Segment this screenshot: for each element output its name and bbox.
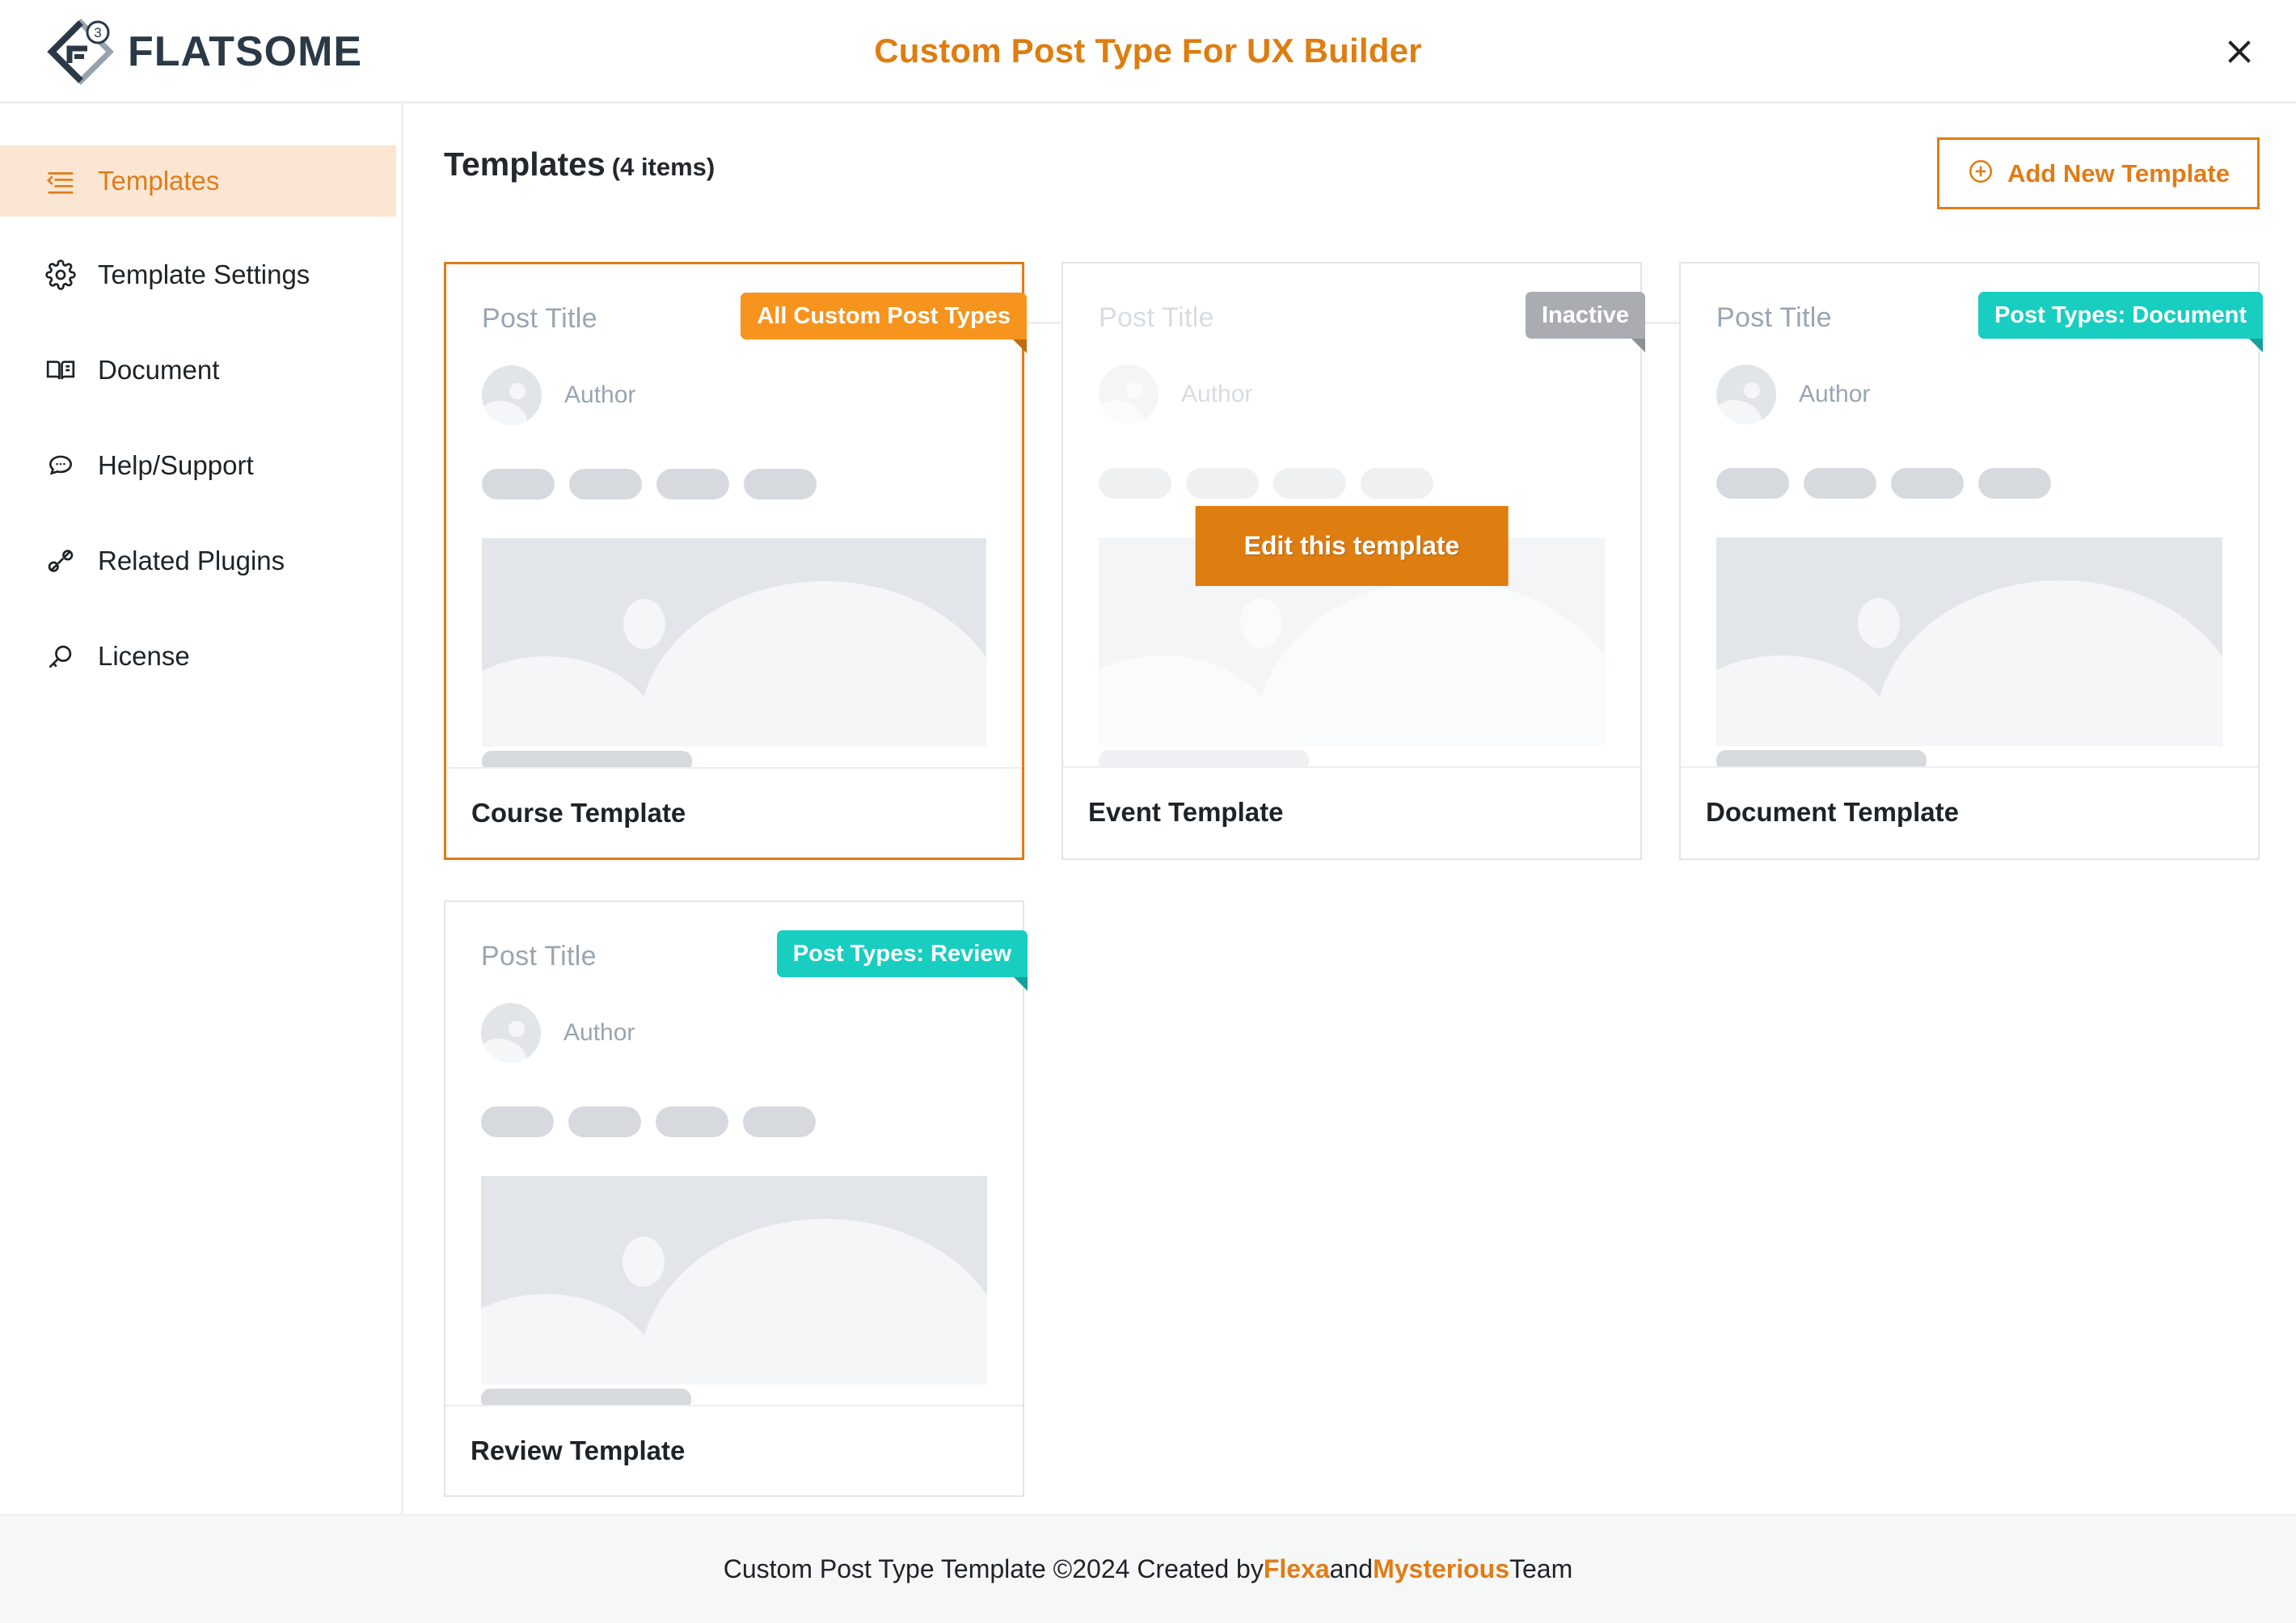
list-indent-icon — [44, 165, 77, 197]
status-badge-label: Inactive — [1542, 301, 1629, 328]
footer-text-before: Custom Post Type Template ©2024 Created … — [723, 1554, 1264, 1583]
preview-skeleton-bar — [1716, 750, 1927, 766]
template-card[interactable]: Post Types: Review Post Title Author Rev… — [444, 900, 1028, 1497]
preview-author-row: Author — [1716, 365, 2222, 424]
status-badge-label: Post Types: Document — [1994, 301, 2247, 328]
template-card[interactable]: All Custom Post Types Post Title Author … — [444, 262, 1027, 860]
template-card-footer: Course Template — [446, 767, 1022, 858]
app-header: 3 FLATSOME Custom Post Type For UX Build… — [0, 0, 2296, 103]
sidebar-item-label: Related Plugins — [98, 546, 285, 575]
avatar — [481, 1003, 541, 1063]
sidebar-item-help-support[interactable]: Help/Support — [0, 430, 401, 501]
template-name: Document Template — [1706, 797, 1959, 827]
key-search-icon — [44, 640, 77, 672]
add-new-template-label: Add New Template — [2007, 159, 2230, 188]
status-badge: Post Types: Review — [776, 930, 1028, 991]
status-badge-label: Post Types: Review — [792, 940, 1011, 967]
templates-grid: All Custom Post Types Post Title Author … — [444, 262, 2279, 1497]
status-badge: All Custom Post Types — [741, 293, 1027, 353]
preview-skeleton-bar — [481, 1389, 691, 1405]
page-title-text: Templates — [444, 145, 606, 183]
preview-author-row: Author — [482, 365, 986, 425]
badge-fold-icon — [1014, 977, 1028, 991]
sidebar-item-related-plugins[interactable]: Related Plugins — [0, 525, 401, 597]
image-placeholder-icon — [481, 1176, 987, 1385]
sidebar-item-license[interactable]: License — [0, 621, 401, 692]
avatar — [482, 365, 542, 425]
template-card[interactable]: Inactive Edit this template Post Title A… — [1061, 262, 1645, 860]
main-content: Templates (4 items) Add New Template All … — [406, 103, 2296, 1514]
template-preview: Post Title Author — [446, 264, 1022, 767]
preview-author-name: Author — [1181, 381, 1253, 407]
preview-skeleton-pills — [482, 469, 986, 500]
sidebar-item-label: Templates — [98, 166, 220, 196]
image-placeholder-icon — [1716, 537, 2222, 746]
preview-author-row: Author — [1099, 365, 1605, 424]
template-card[interactable]: Post Types: Document Post Title Author D… — [1679, 262, 2263, 860]
page-header-title: Custom Post Type For UX Builder — [874, 31, 1422, 70]
sidebar-item-document[interactable]: Document — [0, 335, 401, 406]
gear-icon — [44, 259, 77, 291]
avatar — [1716, 365, 1776, 424]
sidebar: Templates Template Settings Document Hel… — [0, 103, 403, 1514]
template-name: Course Template — [471, 798, 686, 828]
status-badge: Inactive — [1526, 292, 1645, 352]
template-card-footer: Review Template — [445, 1405, 1023, 1495]
preview-skeleton-bar — [482, 751, 692, 767]
sidebar-item-label: Help/Support — [98, 450, 254, 480]
preview-skeleton-pills — [1716, 468, 2222, 499]
sidebar-item-templates[interactable]: Templates — [0, 145, 396, 217]
plug-icon — [44, 545, 77, 577]
preview-author-name: Author — [1799, 381, 1871, 407]
sidebar-item-label: Document — [98, 355, 220, 385]
template-name: Review Template — [471, 1435, 686, 1465]
page-header-row: Templates (4 items) Add New Template — [444, 137, 2260, 234]
footer-link-mysterious[interactable]: Mysterious — [1373, 1554, 1509, 1584]
badge-fold-icon — [1631, 339, 1645, 352]
template-card-footer: Event Template — [1063, 766, 1640, 857]
template-preview: Post Title Author — [445, 902, 1023, 1405]
app-footer: Custom Post Type Template ©2024 Created … — [0, 1514, 2296, 1623]
footer-text-middle: and — [1329, 1554, 1374, 1583]
sidebar-item-template-settings[interactable]: Template Settings — [0, 239, 401, 310]
edit-this-template-button[interactable]: Edit this template — [1195, 506, 1509, 586]
chat-bubble-icon — [44, 449, 77, 482]
status-badge: Post Types: Document — [1977, 292, 2263, 352]
avatar — [1099, 365, 1159, 424]
status-badge-label: All Custom Post Types — [757, 302, 1011, 329]
image-placeholder-icon — [482, 538, 986, 747]
preview-author-name: Author — [563, 1019, 635, 1046]
preview-author-name: Author — [564, 382, 636, 408]
sidebar-item-label: License — [98, 641, 190, 671]
footer-link-flexa[interactable]: Flexa — [1264, 1554, 1330, 1584]
preview-skeleton-pills — [481, 1107, 987, 1137]
close-icon[interactable] — [2215, 27, 2264, 76]
item-count: (4 items) — [611, 153, 715, 181]
template-preview: Post Title Author — [1681, 263, 2258, 766]
plus-circle-icon — [1967, 158, 1994, 189]
page-title: Templates (4 items) — [444, 137, 715, 183]
footer-text-after: Team — [1509, 1554, 1573, 1583]
sidebar-item-label: Template Settings — [98, 259, 310, 289]
preview-skeleton-pills — [1099, 468, 1605, 499]
preview-skeleton-bar — [1099, 750, 1309, 766]
book-icon — [44, 354, 77, 386]
add-new-template-button[interactable]: Add New Template — [1936, 137, 2260, 209]
badge-fold-icon — [2249, 339, 2263, 352]
preview-author-row: Author — [481, 1003, 987, 1063]
template-name: Event Template — [1088, 797, 1284, 827]
badge-fold-icon — [1013, 339, 1027, 353]
template-card-footer: Document Template — [1681, 766, 2258, 857]
